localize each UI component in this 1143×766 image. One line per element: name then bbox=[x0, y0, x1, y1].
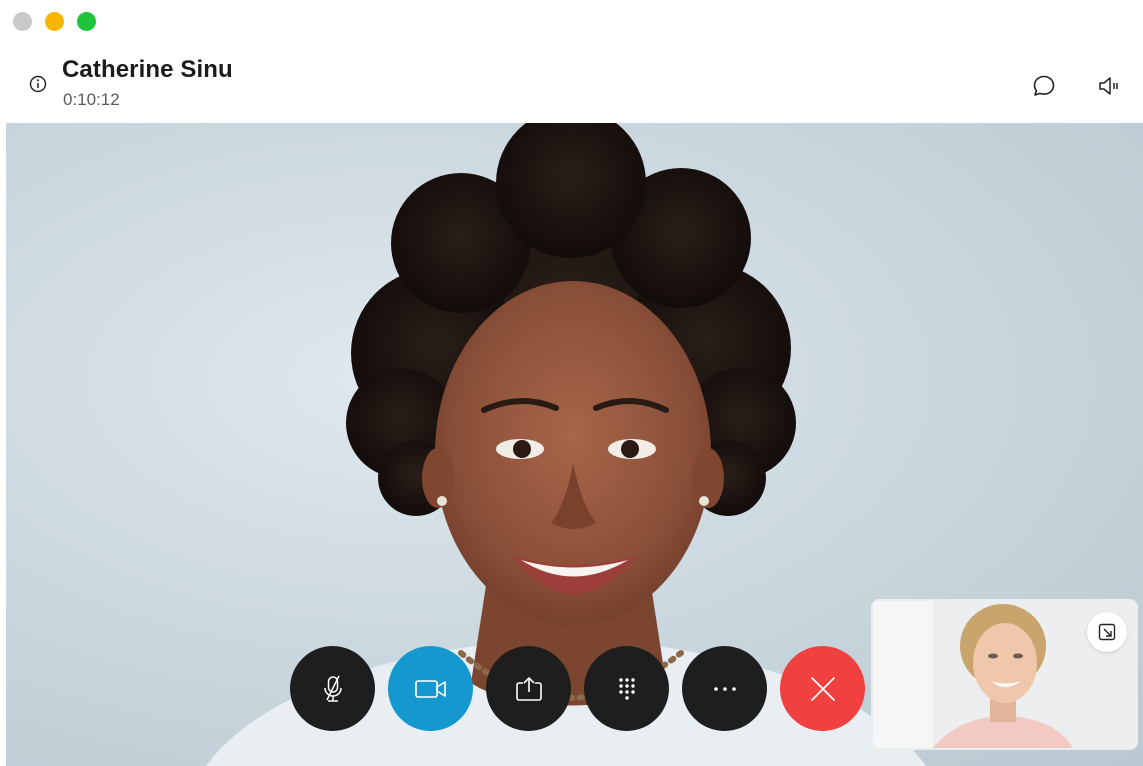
call-controls bbox=[290, 646, 865, 731]
chat-button[interactable] bbox=[1030, 72, 1058, 100]
more-icon bbox=[713, 686, 736, 691]
keypad-icon bbox=[618, 677, 635, 700]
window-minimize-button[interactable] bbox=[45, 12, 64, 31]
end-call-button[interactable] bbox=[780, 646, 865, 731]
mute-button[interactable] bbox=[290, 646, 375, 731]
self-view[interactable] bbox=[871, 599, 1138, 750]
info-icon[interactable] bbox=[29, 75, 47, 93]
share-button[interactable] bbox=[486, 646, 571, 731]
minimize-self-view-button[interactable] bbox=[1087, 612, 1127, 652]
window-maximize-button[interactable] bbox=[77, 12, 96, 31]
video-camera-icon bbox=[414, 679, 446, 698]
window-close-button[interactable] bbox=[13, 12, 32, 31]
volume-icon bbox=[1099, 77, 1118, 95]
window-controls bbox=[13, 12, 96, 31]
minimize-icon bbox=[1098, 623, 1116, 641]
call-duration: 0:10:12 bbox=[63, 90, 120, 109]
caller-name: Catherine Sinu bbox=[62, 56, 233, 83]
chat-icon bbox=[1033, 75, 1055, 96]
keypad-button[interactable] bbox=[584, 646, 669, 731]
more-button[interactable] bbox=[682, 646, 767, 731]
microphone-muted-icon bbox=[323, 675, 342, 702]
call-header: Catherine Sinu 0:10:12 bbox=[0, 0, 1143, 123]
video-button[interactable] bbox=[388, 646, 473, 731]
share-screen-icon bbox=[515, 676, 542, 701]
close-icon bbox=[810, 676, 835, 701]
volume-button[interactable] bbox=[1095, 72, 1123, 100]
